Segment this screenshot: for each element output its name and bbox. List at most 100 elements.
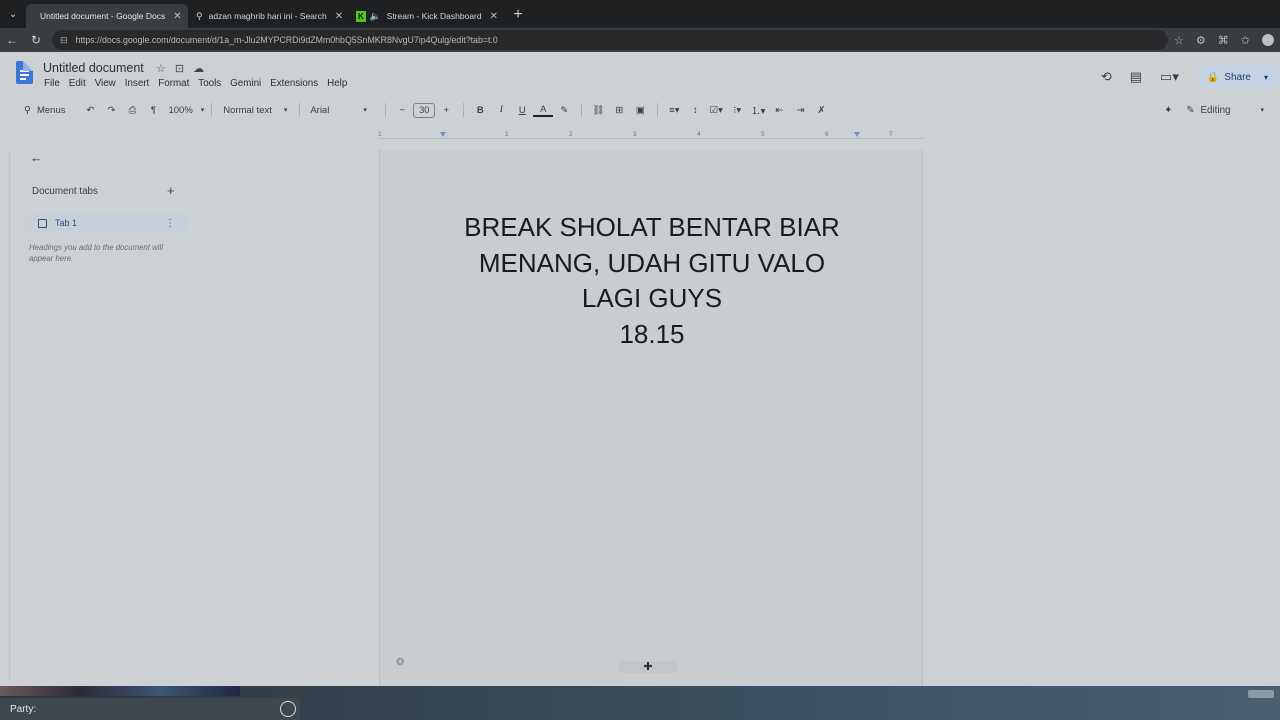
undo-icon[interactable]: ↶ [80, 100, 100, 120]
vertical-ruler[interactable] [2, 150, 10, 680]
search-menus[interactable]: ⚲ Menus [24, 100, 65, 120]
reload-icon[interactable]: ↻ [24, 33, 48, 47]
increase-indent-icon[interactable]: ⇥ [790, 100, 810, 120]
underline-icon[interactable]: U [512, 100, 532, 120]
close-icon[interactable]: ✕ [327, 11, 343, 22]
italic-icon[interactable]: I [491, 100, 511, 120]
link-icon[interactable]: ⛓ [588, 100, 608, 120]
increase-font-size-icon[interactable]: + [436, 100, 456, 120]
paint-format-icon[interactable]: ¶ [143, 100, 163, 120]
meet-video-icon[interactable]: ▭▾ [1160, 69, 1179, 85]
ruler-tick: 6 [825, 131, 829, 138]
browser-tab-bar: ⌄ Untitled document - Google Docs ✕ ⚲ ad… [0, 0, 1280, 28]
gemini-sparkle-icon[interactable]: ✦ [1164, 105, 1172, 116]
menu-view[interactable]: View [95, 78, 116, 89]
puzzle-icon[interactable]: ⌘ [1218, 34, 1229, 47]
thumbnail-strip [0, 686, 240, 696]
align-icon[interactable]: ≡▾ [664, 100, 684, 120]
print-icon[interactable]: ⎙ [122, 100, 142, 120]
decrease-indent-icon[interactable]: ⇤ [769, 100, 789, 120]
close-icon[interactable]: ✕ [482, 11, 498, 22]
browser-tab-google-docs[interactable]: Untitled document - Google Docs ✕ [26, 4, 188, 28]
site-info-icon[interactable]: ⊟ [60, 35, 68, 46]
share-button[interactable]: 🔒 Share ▾ [1196, 65, 1280, 89]
docs-logo-icon[interactable] [16, 61, 33, 84]
bullet-list-icon[interactable]: ⁝▾ [727, 100, 747, 120]
document-title[interactable]: Untitled document [43, 61, 144, 75]
menu-insert[interactable]: Insert [125, 78, 150, 89]
lock-icon: 🔒 [1206, 71, 1220, 83]
sidebar-item-tab-1[interactable]: Tab 1 ⋮ [24, 212, 189, 234]
party-status-icon[interactable] [280, 701, 296, 717]
add-tab-plus-icon[interactable]: + [167, 183, 175, 198]
search-menus-label: Menus [36, 104, 66, 116]
menu-extensions[interactable]: Extensions [270, 78, 318, 89]
decrease-font-size-icon[interactable]: − [392, 100, 412, 120]
star-icon[interactable]: ☆ [1174, 34, 1184, 47]
line-spacing-icon[interactable]: ↕ [685, 100, 705, 120]
style-select[interactable]: Normal text ▾ [218, 100, 292, 120]
add-content-plus-icon[interactable]: ✚ [618, 661, 678, 673]
move-folder-icon[interactable]: ⊡ [175, 62, 184, 75]
profile-avatar[interactable] [1262, 34, 1274, 46]
ai-assist-icon[interactable]: ❂ [396, 657, 404, 668]
add-comment-icon[interactable]: ⊞ [609, 100, 629, 120]
ruler-tick: 5 [761, 131, 765, 138]
right-indent-marker[interactable] [854, 132, 860, 137]
tab-search-chevron-icon[interactable]: ⌄ [0, 0, 26, 28]
chevron-down-icon: ▾ [200, 107, 205, 114]
tab-title: adzan maghrib hari ini - Search [208, 11, 327, 21]
star-icon[interactable]: ☆ [156, 62, 166, 75]
divider [657, 103, 659, 117]
menu-gemini[interactable]: Gemini [230, 78, 261, 89]
menu-format[interactable]: Format [158, 78, 189, 89]
horizontal-ruler[interactable]: 1 1 2 3 4 5 6 7 [378, 128, 924, 139]
new-tab-plus-icon[interactable]: + [506, 6, 530, 24]
url-field[interactable]: ⊟ https://docs.google.com/document/d/1a_… [52, 30, 1168, 50]
font-value: Arial [310, 104, 330, 116]
divider [211, 103, 213, 117]
toolbar-right: ✦ ✎ Editing ▾ [1164, 98, 1264, 122]
headings-hint: Headings you add to the document will ap… [29, 243, 163, 263]
version-history-icon[interactable]: ⟲ [1101, 69, 1112, 85]
menu-file[interactable]: File [44, 78, 60, 89]
tray-icon[interactable] [1248, 690, 1274, 698]
chevron-down-icon[interactable]: ▾ [1264, 73, 1268, 82]
font-size-field[interactable]: 30 [413, 100, 436, 120]
party-label: Party: [10, 703, 37, 715]
document-page[interactable]: BREAK SHOLAT BENTAR BIAR MENANG, UDAH GI… [379, 150, 923, 690]
zoom-select[interactable]: 100% ▾ [168, 100, 204, 120]
close-icon[interactable]: ✕ [165, 11, 181, 22]
extension-icon[interactable]: ⚙ [1196, 34, 1206, 47]
browser-tab-kick[interactable]: K 🔈 Stream - Kick Dashboard ✕ [348, 4, 506, 28]
numbered-list-icon[interactable]: ⒈▾ [748, 100, 768, 120]
party-bar[interactable]: Party: [0, 698, 300, 720]
editing-mode-select[interactable]: ✎ Editing ▾ [1186, 105, 1264, 116]
menu-bar: File Edit View Insert Format Tools Gemin… [44, 78, 347, 89]
text-color-icon[interactable]: A [533, 103, 554, 117]
back-arrow-icon[interactable]: ← [30, 150, 43, 165]
highlight-icon[interactable]: ✎ [554, 100, 574, 120]
menu-tools[interactable]: Tools [198, 78, 221, 89]
menu-help[interactable]: Help [327, 78, 347, 89]
font-select[interactable]: Arial ▾ [306, 100, 378, 120]
browser-tab-search[interactable]: ⚲ adzan maghrib hari ini - Search ✕ [188, 4, 348, 28]
speaker-icon[interactable]: 🔈 [370, 11, 381, 22]
favorites-icon[interactable]: ✩ [1241, 34, 1250, 47]
redo-icon[interactable]: ↷ [101, 100, 121, 120]
back-arrow-icon[interactable]: ← [0, 33, 24, 47]
insert-image-icon[interactable]: ▣ [630, 100, 650, 120]
comments-icon[interactable]: ▤ [1130, 69, 1142, 85]
clear-formatting-icon[interactable]: ✗ [811, 100, 831, 120]
tab-title: Untitled document - Google Docs [40, 11, 166, 21]
checklist-icon[interactable]: ☑▾ [706, 100, 726, 120]
style-value: Normal text [223, 104, 272, 116]
cloud-status-icon[interactable]: ☁ [193, 62, 204, 75]
bold-icon[interactable]: B [470, 100, 490, 120]
document-body[interactable]: BREAK SHOLAT BENTAR BIAR MENANG, UDAH GI… [380, 210, 924, 352]
header-actions: ⟲ ▤ ▭▾ 🔒 Share ▾ [1101, 65, 1280, 89]
more-options-icon[interactable]: ⋮ [165, 218, 175, 229]
sidebar-tab-label: Tab 1 [55, 218, 78, 228]
left-indent-marker[interactable] [440, 132, 446, 137]
menu-edit[interactable]: Edit [69, 78, 86, 89]
